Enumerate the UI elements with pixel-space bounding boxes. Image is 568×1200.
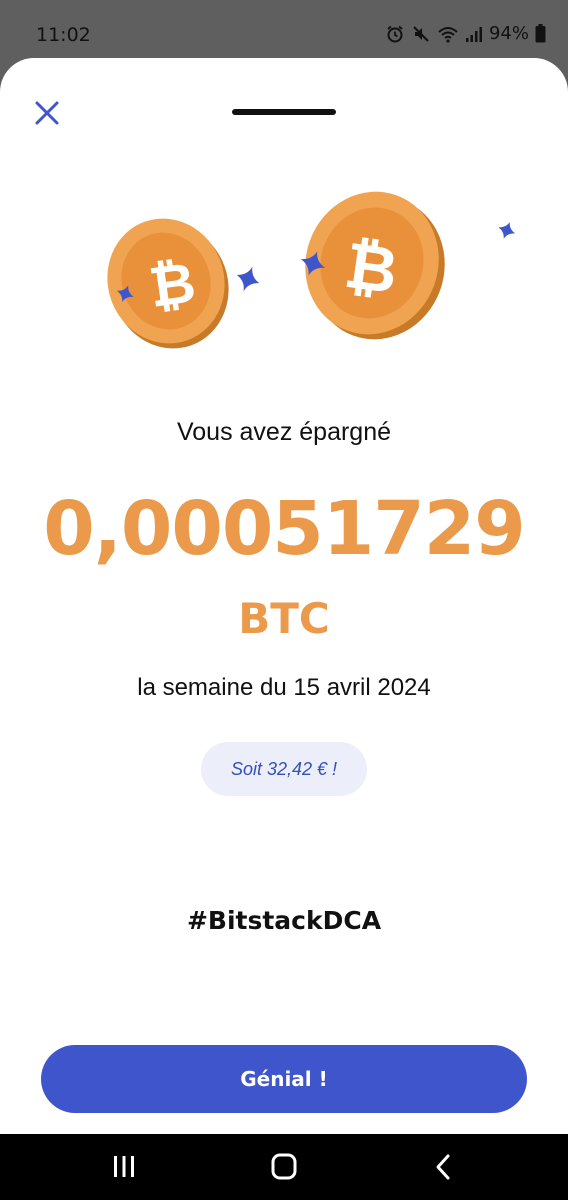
- recents-button[interactable]: [104, 1152, 144, 1182]
- confirm-button[interactable]: Génial !: [41, 1045, 527, 1113]
- sparkle-icon: [236, 266, 260, 292]
- alarm-icon: [387, 25, 403, 42]
- status-time: 11:02: [36, 24, 91, 46]
- savings-sheet: ₿ ₿ Vous avez épargné 0,00051729 BTC la …: [0, 58, 568, 1134]
- savings-amount: 0,00051729: [43, 486, 526, 572]
- sheet-grabber[interactable]: [232, 109, 336, 115]
- battery-icon: [535, 24, 546, 43]
- sparkle-icon: [498, 221, 516, 239]
- recents-icon: [114, 1156, 134, 1177]
- close-button[interactable]: [30, 96, 64, 130]
- svg-text:₿: ₿: [145, 250, 199, 321]
- status-icons: 94%: [385, 23, 546, 44]
- mute-icon: [413, 25, 429, 42]
- signal-icon: [465, 26, 482, 42]
- bitcoin-illustration: ₿ ₿: [107, 191, 516, 349]
- savings-headline: Vous avez épargné: [176, 418, 392, 446]
- bitcoin-coin-icon: ₿: [107, 218, 229, 349]
- battery-percent: 94%: [488, 23, 529, 44]
- back-button[interactable]: [424, 1152, 464, 1182]
- home-button[interactable]: [264, 1152, 304, 1182]
- savings-period: la semaine du 15 avril 2024: [137, 674, 431, 701]
- close-icon: [35, 101, 59, 125]
- system-navigation-bar: [0, 1134, 568, 1200]
- hashtag: #BitstackDCA: [186, 906, 382, 935]
- svg-text:₿: ₿: [340, 229, 402, 310]
- currency-unit: BTC: [238, 594, 330, 643]
- home-icon: [271, 1153, 297, 1180]
- fiat-conversion-badge: Soit 32,42 € !: [201, 742, 367, 796]
- wifi-icon: [438, 26, 458, 43]
- back-icon: [436, 1154, 450, 1180]
